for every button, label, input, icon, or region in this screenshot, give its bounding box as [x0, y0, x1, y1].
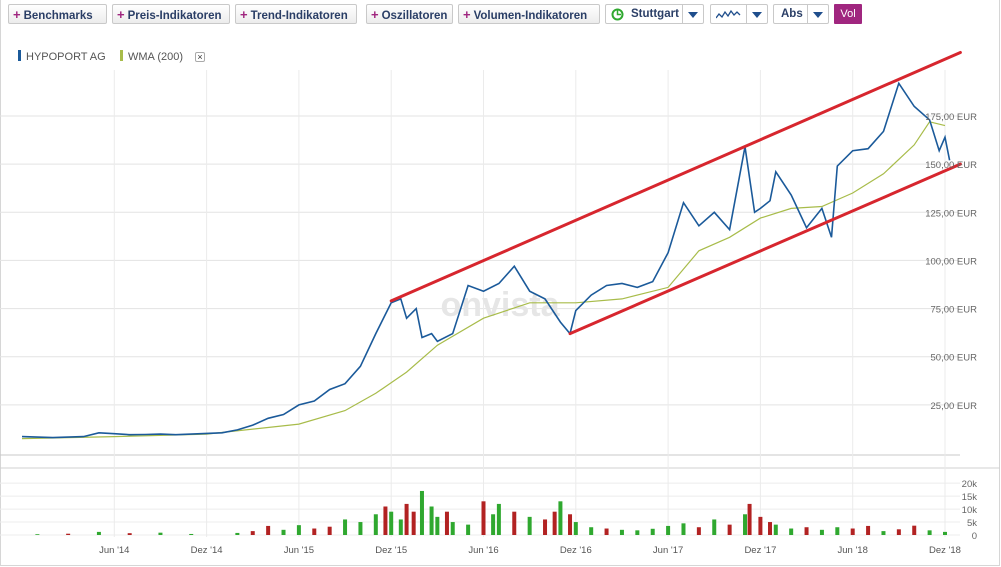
channel-upper-line [389, 50, 962, 303]
volume-bars [35, 490, 947, 535]
volume-bar [127, 533, 132, 535]
volume-bar [429, 506, 434, 535]
volume-bar [444, 511, 449, 535]
volume-bar [573, 522, 578, 535]
volume-bar [758, 516, 763, 535]
x-tick-label: Dez '16 [560, 545, 592, 556]
volume-bar [343, 519, 348, 535]
volume-tick-label: 10k [962, 505, 978, 516]
price-chart: onvista 25,00 EUR 50,00 EUR 75,00 EUR 100,0… [0, 50, 1000, 556]
volume-bar [35, 534, 40, 535]
volume-bar [435, 516, 440, 535]
volume-bar [896, 529, 901, 535]
volume-tick-label: 15k [962, 492, 978, 503]
y-tick-label: 25,00 EUR [931, 401, 978, 412]
volume-bar [383, 506, 388, 535]
volume-bar [389, 511, 394, 535]
volume-bar [743, 514, 748, 535]
x-tick-label: Jun '16 [468, 545, 498, 556]
volume-bar [696, 527, 701, 535]
x-tick-label: Dez '18 [929, 545, 961, 556]
watermark: onvista [440, 286, 560, 324]
volume-bar [768, 522, 773, 535]
volume-bar [281, 529, 286, 535]
volume-bar [850, 528, 855, 535]
volume-bar [496, 503, 501, 535]
x-tick-label: Dez '14 [191, 545, 223, 556]
volume-bar [450, 522, 455, 535]
volume-bar [250, 531, 255, 535]
volume-bar [773, 524, 778, 535]
volume-bar [543, 519, 548, 535]
x-tick-label: Jun '14 [99, 545, 129, 556]
volume-bar [398, 519, 403, 535]
volume-bar [358, 522, 363, 535]
volume-bar [835, 527, 840, 535]
volume-bar [96, 531, 101, 535]
series-lines [21, 50, 962, 440]
volume-bar [604, 528, 609, 535]
volume-bar [404, 503, 409, 535]
volume-bar [158, 532, 163, 535]
x-tick-label: Dez '15 [375, 545, 407, 556]
x-tick-label: Jun '15 [284, 545, 314, 556]
volume-tick-label: 5k [967, 518, 977, 529]
volume-tick-label: 20k [962, 479, 978, 490]
y-tick-label: 50,00 EUR [931, 353, 978, 364]
volume-bar [411, 511, 416, 535]
volume-bar [619, 529, 624, 535]
x-axis-labels: Jun '14 Dez '14 Jun '15 Dez '15 Jun '16 Dez '… [99, 545, 961, 556]
volume-bar [419, 490, 424, 535]
volume-bar [789, 528, 794, 535]
volume-bar [266, 525, 271, 535]
volume-bar [727, 524, 732, 535]
volume-bar [235, 532, 240, 535]
volume-bar [666, 525, 671, 535]
volume-bar [66, 533, 71, 535]
volume-bar [650, 528, 655, 535]
volume-bar [527, 516, 532, 535]
volume-bar [512, 511, 517, 535]
x-tick-label: Jun '17 [653, 545, 683, 556]
x-tick-label: Dez '17 [744, 545, 776, 556]
volume-bar [558, 501, 563, 535]
volume-bar [466, 524, 471, 535]
volume-bar [866, 525, 871, 535]
volume-bar [635, 530, 640, 535]
volume-bar [189, 533, 194, 535]
volume-bar [712, 519, 717, 535]
volume-bar [491, 514, 496, 535]
volume-bar [373, 514, 378, 535]
volume-bar [568, 514, 573, 535]
volume-bar [681, 523, 686, 535]
x-tick-label: Jun '18 [838, 545, 868, 556]
volume-bar [552, 511, 557, 535]
volume-bar [943, 531, 947, 535]
y-tick-label: 125,00 EUR [925, 208, 977, 219]
y-tick-label: 100,00 EUR [925, 256, 977, 267]
volume-bar [804, 527, 809, 535]
volume-bar [881, 531, 886, 535]
y-tick-label: 150,00 EUR [925, 160, 977, 171]
volume-bar [312, 528, 317, 535]
volume-bar [327, 526, 332, 535]
volume-bar [296, 525, 301, 535]
volume-bar [589, 527, 594, 535]
y-tick-label: 75,00 EUR [931, 305, 978, 316]
volume-bar [927, 530, 932, 535]
volume-bar [747, 503, 752, 535]
volume-tick-label: 0 [972, 531, 977, 542]
volume-bar [481, 501, 486, 535]
volume-bar [912, 525, 917, 535]
y-tick-label: 175,00 EUR [925, 112, 977, 123]
volume-bar [819, 529, 824, 535]
